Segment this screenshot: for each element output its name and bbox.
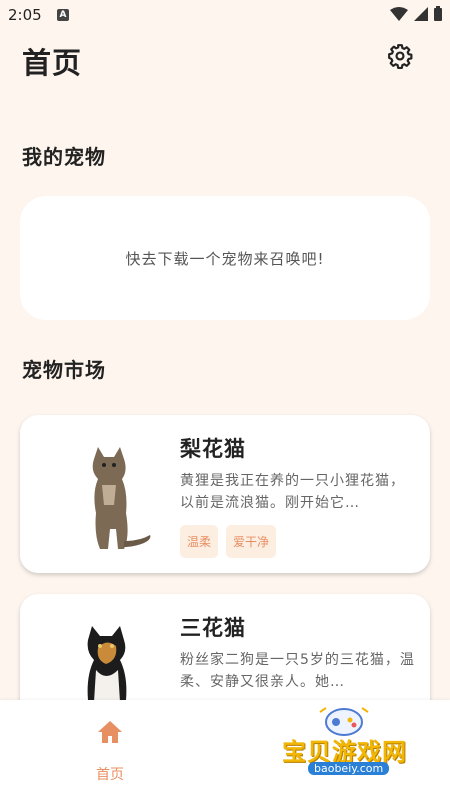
- pet-tag: 温柔: [180, 525, 219, 558]
- nav-home-label: 首页: [96, 767, 124, 783]
- app-header: 首页: [0, 38, 450, 82]
- pet-card[interactable]: 梨花猫 黄狸是我正在养的一只小狸花猫，以前是流浪猫。刚开始它… 温柔 爱干净: [20, 415, 430, 573]
- pet-tags: 温柔 爱干净: [180, 525, 277, 558]
- empty-message: 快去下载一个宠物来召唤吧!: [125, 249, 325, 268]
- wifi-icon: [390, 6, 408, 21]
- status-time: 2:05: [8, 6, 42, 24]
- gear-icon: [388, 44, 413, 69]
- pet-description: 粉丝家二狗是一只5岁的三花猫，温柔、安静又很亲人。她…: [180, 652, 415, 690]
- watermark-url: baobeiy.com: [308, 762, 390, 775]
- pet-name: 三花猫: [180, 616, 246, 640]
- my-pets-title: 我的宠物: [22, 145, 106, 169]
- signal-icon: [414, 6, 428, 21]
- pet-name: 梨花猫: [180, 437, 246, 461]
- status-icons: [390, 6, 442, 21]
- status-bar: 2:05 A: [0, 0, 450, 30]
- nav-home-tab[interactable]: 首页: [80, 718, 140, 783]
- watermark-logo: 宝贝游戏网 baobeiy.com: [272, 700, 422, 792]
- battery-icon: [434, 6, 442, 21]
- tabby-cat-image: [92, 447, 151, 549]
- settings-button[interactable]: [386, 42, 414, 70]
- pet-description: 黄狸是我正在养的一只小狸花猫，以前是流浪猫。刚开始它…: [180, 473, 405, 511]
- pet-tag: 爱干净: [226, 525, 277, 558]
- page-title: 首页: [22, 46, 83, 80]
- notification-icon: A: [57, 9, 69, 21]
- my-pets-empty-card: 快去下载一个宠物来召唤吧!: [20, 196, 430, 320]
- market-title: 宠物市场: [22, 358, 106, 382]
- home-icon: [98, 721, 122, 743]
